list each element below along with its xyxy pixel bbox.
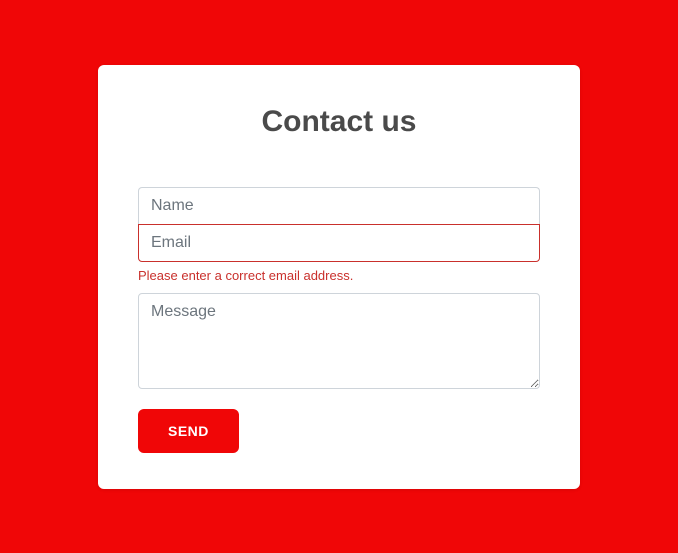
message-textarea[interactable]: [138, 293, 540, 389]
name-input[interactable]: [138, 187, 540, 224]
form-title: Contact us: [138, 105, 540, 139]
email-error-message: Please enter a correct email address.: [138, 268, 540, 283]
contact-form-card: Contact us Please enter a correct email …: [98, 65, 580, 489]
input-group: [138, 187, 540, 262]
email-input[interactable]: [138, 224, 540, 262]
send-button[interactable]: SEND: [138, 409, 239, 453]
